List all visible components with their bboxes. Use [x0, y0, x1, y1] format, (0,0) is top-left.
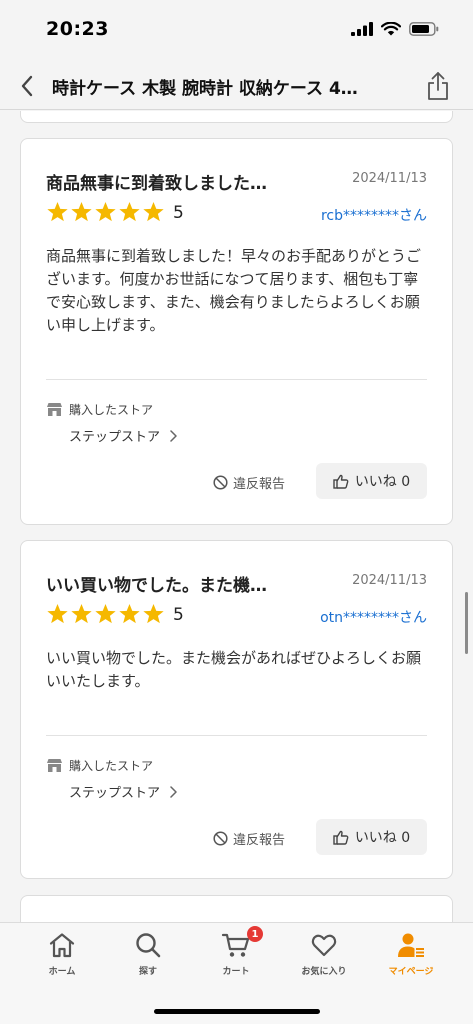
review-title: いい買い物でした。また機…: [46, 576, 267, 596]
chevron-right-icon: [170, 429, 177, 442]
prohibited-icon: [213, 475, 228, 490]
review-card: 商品無事に到着致しました… 2024/11/13 5 rcb********さん…: [20, 138, 453, 525]
tab-label: お気に入り: [301, 967, 347, 977]
scrollbar[interactable]: [465, 592, 468, 654]
star-icon: [95, 201, 116, 222]
search-icon: [136, 933, 161, 958]
store-icon: [47, 759, 62, 772]
divider: [46, 735, 427, 736]
reviewer-name[interactable]: rcb********さん: [321, 205, 427, 225]
star-icon: [47, 201, 68, 222]
report-button[interactable]: 違反報告: [213, 829, 285, 848]
status-time: 20:23: [46, 18, 109, 40]
store-heading-label: 購入したストア: [69, 403, 154, 417]
share-button[interactable]: [423, 68, 453, 104]
status-bar: 20:23: [0, 0, 473, 62]
tab-cart[interactable]: 1 カート: [189, 926, 283, 985]
user-icon: [398, 933, 424, 957]
tab-search[interactable]: 探す: [101, 929, 195, 985]
tab-favorites[interactable]: お気に入り: [277, 929, 371, 985]
purchased-store-heading: 購入したストア: [46, 401, 153, 418]
tab-bar: ホーム 探す 1 カート お気に入り マイページ: [0, 922, 473, 1024]
review-body: 商品無事に到着致しました！早々のお手配ありがとうございます。何度かお世話になつて…: [46, 247, 422, 334]
store-heading-label: 購入したストア: [69, 759, 154, 773]
store-link[interactable]: ステップストア: [69, 426, 177, 445]
thumbs-up-icon: [333, 830, 349, 845]
share-icon: [428, 72, 448, 100]
battery-icon: [409, 22, 439, 36]
previous-review-card: [20, 111, 453, 123]
star-icon: [47, 603, 68, 624]
tab-label: カート: [222, 967, 250, 977]
rating-score: 5: [173, 605, 184, 625]
review-card: いい買い物でした。また機… 2024/11/13 5 otn********さん…: [20, 540, 453, 879]
star-rating: [46, 201, 165, 223]
review-date: 2024/11/13: [352, 171, 427, 186]
star-icon: [71, 201, 92, 222]
home-indicator: [154, 1009, 320, 1014]
like-button[interactable]: いいね 0: [316, 819, 427, 855]
review-title: 商品無事に到着致しました…: [46, 174, 267, 194]
reviewer-name[interactable]: otn********さん: [320, 607, 427, 627]
like-label: いいね 0: [354, 830, 411, 846]
star-icon: [95, 603, 116, 624]
tab-label: ホーム: [48, 967, 76, 977]
page-title: 時計ケース 木製 腕時計 収納ケース 4…: [52, 79, 358, 99]
heart-icon: [311, 934, 337, 957]
star-rating: [46, 603, 165, 625]
chevron-left-icon: [21, 75, 33, 97]
store-icon: [47, 403, 62, 416]
star-icon: [143, 201, 164, 222]
purchased-store-heading: 購入したストア: [46, 757, 153, 774]
store-link[interactable]: ステップストア: [69, 782, 177, 801]
review-body: いい買い物でした。また機会があればぜひよろしくお願いいたします。: [46, 649, 422, 690]
back-button[interactable]: [14, 72, 40, 100]
tab-home[interactable]: ホーム: [15, 929, 109, 985]
like-label: いいね 0: [354, 474, 411, 490]
home-icon: [49, 933, 75, 958]
report-button[interactable]: 違反報告: [213, 473, 285, 492]
status-icons: [351, 22, 439, 36]
next-review-card: [20, 895, 453, 922]
cart-badge: 1: [247, 926, 263, 942]
tab-label: 探す: [138, 967, 157, 977]
tab-label: マイページ: [388, 967, 434, 977]
wifi-icon: [381, 22, 401, 36]
star-icon: [119, 201, 140, 222]
rating-score: 5: [173, 203, 184, 223]
prohibited-icon: [213, 831, 228, 846]
divider: [46, 379, 427, 380]
report-label: 違反報告: [233, 477, 286, 492]
nav-bar: 時計ケース 木製 腕時計 収納ケース 4…: [0, 62, 473, 110]
store-name: ステップストア: [69, 430, 161, 445]
tab-mypage[interactable]: マイページ: [364, 929, 458, 985]
star-icon: [71, 603, 92, 624]
star-icon: [143, 603, 164, 624]
store-name: ステップストア: [69, 786, 161, 801]
chevron-right-icon: [170, 785, 177, 798]
thumbs-up-icon: [333, 474, 349, 489]
like-button[interactable]: いいね 0: [316, 463, 427, 499]
cellular-signal-icon: [351, 22, 373, 36]
review-date: 2024/11/13: [352, 573, 427, 588]
review-list[interactable]: 商品無事に到着致しました… 2024/11/13 5 rcb********さん…: [0, 111, 473, 922]
report-label: 違反報告: [233, 833, 286, 848]
star-icon: [119, 603, 140, 624]
